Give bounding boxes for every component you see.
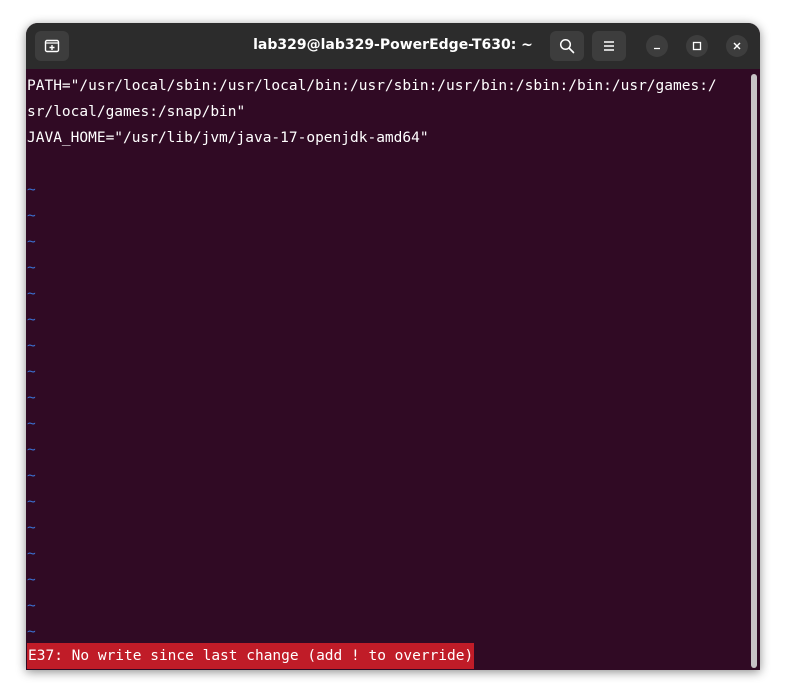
minimize-button[interactable] xyxy=(646,35,668,57)
empty-line-marker: ~ xyxy=(27,286,36,302)
empty-line-marker: ~ xyxy=(27,624,36,640)
maximize-icon xyxy=(692,41,702,51)
terminal-line: sr/local/games:/snap/bin" xyxy=(27,104,246,120)
title-bar[interactable]: lab329@lab329-PowerEdge-T630: ~ xyxy=(26,23,760,69)
search-button[interactable] xyxy=(550,31,584,61)
search-icon xyxy=(559,38,575,54)
empty-line-marker: ~ xyxy=(27,520,36,536)
terminal-line: PATH="/usr/local/sbin:/usr/local/bin:/us… xyxy=(27,78,717,94)
close-icon xyxy=(733,42,741,50)
empty-line-marker: ~ xyxy=(27,338,36,354)
empty-line-marker: ~ xyxy=(27,390,36,406)
empty-line-marker: ~ xyxy=(27,546,36,562)
empty-line-marker: ~ xyxy=(27,364,36,380)
empty-line-marker: ~ xyxy=(27,312,36,328)
empty-line-marker: ~ xyxy=(27,260,36,276)
terminal-window: lab329@lab329-PowerEdge-T630: ~ PATH="/u… xyxy=(26,23,760,670)
empty-line-marker: ~ xyxy=(27,572,36,588)
empty-line-marker: ~ xyxy=(27,442,36,458)
terminal-line: JAVA_HOME="/usr/lib/jvm/java-17-openjdk-… xyxy=(27,130,429,146)
error-message: E37: No write since last change (add ! t… xyxy=(27,643,475,669)
empty-line-marker: ~ xyxy=(27,494,36,510)
empty-line-marker: ~ xyxy=(27,208,36,224)
terminal-content[interactable]: PATH="/usr/local/sbin:/usr/local/bin:/us… xyxy=(26,69,760,670)
empty-line-marker: ~ xyxy=(27,234,36,250)
maximize-button[interactable] xyxy=(686,35,708,57)
close-button[interactable] xyxy=(726,35,748,57)
hamburger-menu-icon xyxy=(604,41,614,51)
scrollbar[interactable] xyxy=(751,74,757,668)
menu-button[interactable] xyxy=(592,31,626,61)
empty-line-marker: ~ xyxy=(27,182,36,198)
empty-line-marker: ~ xyxy=(27,598,36,614)
empty-line-marker: ~ xyxy=(27,468,36,484)
empty-line-marker: ~ xyxy=(27,416,36,432)
minimize-icon xyxy=(654,47,660,50)
